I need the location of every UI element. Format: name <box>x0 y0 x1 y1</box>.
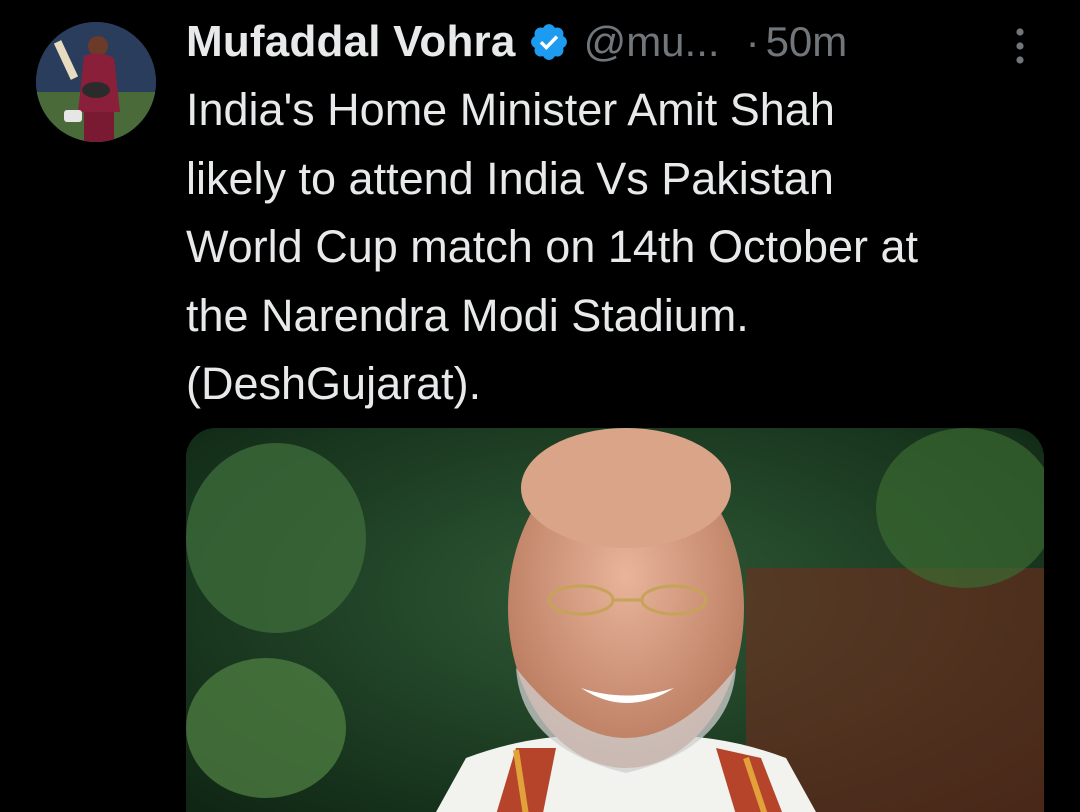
more-vertical-icon[interactable] <box>1006 24 1034 68</box>
photo-portrait <box>186 428 1044 812</box>
avatar-image <box>36 22 156 142</box>
avatar[interactable] <box>36 22 156 142</box>
tweet-text: India's Home Minister Amit Shah likely t… <box>186 84 919 409</box>
tweet-header: Mufaddal Vohra @mu... · 50m <box>186 14 847 70</box>
separator-dot: · <box>745 18 760 65</box>
tweet-photo[interactable] <box>186 428 1044 812</box>
tweet-timestamp[interactable]: 50m <box>766 18 848 66</box>
author-handle[interactable]: @mu... <box>584 18 720 66</box>
author-display-name[interactable]: Mufaddal Vohra <box>186 17 516 67</box>
verified-badge-icon[interactable] <box>528 21 570 63</box>
